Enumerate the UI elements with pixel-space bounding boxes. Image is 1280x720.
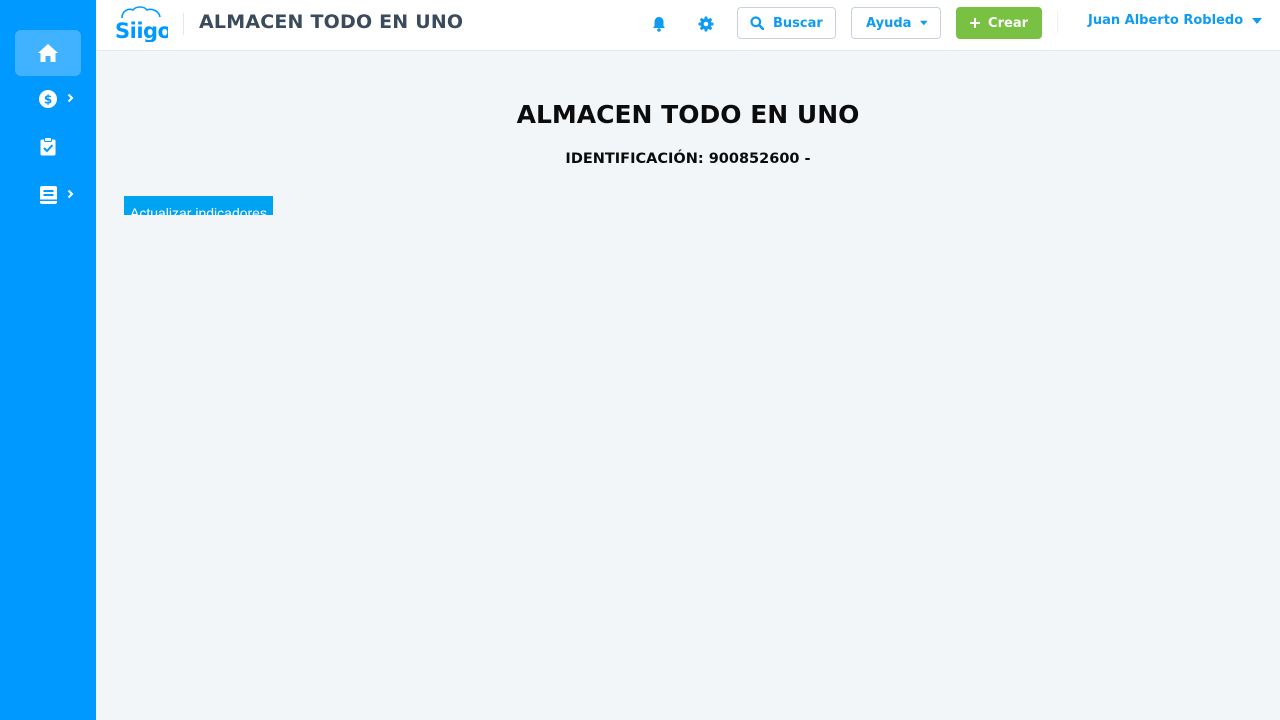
book-icon bbox=[39, 186, 57, 204]
gear-icon bbox=[698, 16, 714, 32]
chevron-right-icon bbox=[67, 189, 74, 199]
company-identification: IDENTIFICACIÓN: 900852600 - bbox=[96, 151, 1280, 167]
sidebar-item-finance[interactable]: $ bbox=[15, 76, 81, 122]
help-dropdown-label: Ayuda bbox=[866, 15, 912, 31]
search-icon bbox=[750, 16, 764, 30]
company-title: ALMACEN TODO EN UNO bbox=[199, 11, 464, 33]
caret-down-icon bbox=[920, 20, 928, 26]
svg-text:$: $ bbox=[44, 93, 52, 107]
help-dropdown[interactable]: Ayuda bbox=[851, 7, 941, 39]
sidebar-item-tasks[interactable] bbox=[15, 123, 81, 169]
svg-text:Siigo: Siigo bbox=[115, 19, 168, 42]
create-button-label: Crear bbox=[988, 15, 1028, 31]
sidebar-item-home[interactable] bbox=[15, 30, 81, 76]
notifications-button[interactable] bbox=[649, 14, 669, 34]
update-indicators-button[interactable]: Actualizar indicadores bbox=[124, 196, 273, 215]
top-header: Siigo ALMACEN TODO EN UNO Buscar Ayuda C… bbox=[96, 0, 1280, 51]
identification-label: IDENTIFICACIÓN: bbox=[565, 151, 704, 167]
header-divider bbox=[183, 13, 184, 35]
sidebar-item-reports[interactable] bbox=[15, 172, 81, 218]
home-icon bbox=[38, 44, 58, 62]
sidebar: $ bbox=[0, 0, 96, 720]
identification-value: 900852600 - bbox=[708, 151, 811, 167]
settings-button[interactable] bbox=[696, 14, 716, 34]
search-button[interactable]: Buscar bbox=[737, 7, 836, 39]
user-name: Juan Alberto Robledo bbox=[1088, 13, 1244, 28]
chevron-right-icon bbox=[67, 93, 74, 103]
plus-icon bbox=[970, 17, 981, 29]
page-title: ALMACEN TODO EN UNO bbox=[516, 100, 860, 129]
bell-icon bbox=[653, 17, 665, 32]
clipboard-check-icon bbox=[40, 136, 56, 155]
caret-down-icon bbox=[1252, 17, 1263, 24]
user-menu[interactable]: Juan Alberto Robledo bbox=[1088, 13, 1263, 28]
header-divider bbox=[1057, 11, 1058, 33]
siigo-logo[interactable]: Siigo bbox=[114, 6, 168, 42]
search-button-label: Buscar bbox=[773, 15, 823, 31]
create-button[interactable]: Crear bbox=[956, 7, 1042, 39]
dollar-circle-icon: $ bbox=[39, 90, 57, 108]
